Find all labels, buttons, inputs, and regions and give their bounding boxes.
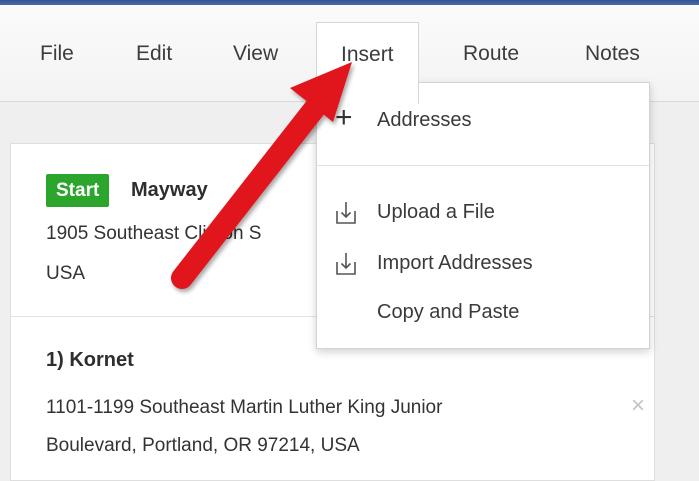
menu-item-addresses-label: Addresses	[377, 109, 472, 131]
close-icon[interactable]: ×	[631, 392, 645, 420]
upload-tray-icon	[336, 202, 356, 224]
menu-edit[interactable]: Edit	[136, 5, 172, 101]
stop-address: 1101-1199 Southeast Martin Luther King J…	[46, 389, 442, 465]
menu-item-copy-paste-label: Copy and Paste	[377, 301, 520, 323]
menu-item-import-addresses[interactable]: Import Addresses	[317, 244, 649, 284]
menu-insert[interactable]: Insert	[316, 22, 419, 104]
menu-item-copy-paste[interactable]: Copy and Paste	[317, 293, 649, 333]
stop-address-line-2: Boulevard, Portland, OR 97214, USA	[46, 435, 360, 456]
start-badge: Start	[46, 174, 110, 207]
menu-item-addresses[interactable]: + Addresses	[317, 101, 649, 141]
menu-item-upload-file[interactable]: Upload a File	[317, 193, 649, 233]
plus-icon: +	[335, 101, 353, 134]
menu-file[interactable]: File	[40, 5, 74, 101]
stop-address-line-1: 1101-1199 Southeast Martin Luther King J…	[46, 397, 443, 418]
start-stop-name: Mayway	[131, 179, 208, 201]
menu-item-import-addresses-label: Import Addresses	[377, 252, 533, 274]
menu-item-upload-file-label: Upload a File	[377, 201, 495, 223]
dropdown-divider	[317, 165, 649, 166]
import-tray-icon	[336, 253, 356, 275]
start-address-line-1: 1905 Southeast Clinton S	[46, 223, 262, 244]
menu-view[interactable]: View	[233, 5, 278, 101]
start-stop-address: 1905 Southeast Clinton S USA	[46, 214, 262, 294]
stop-title: 1) Kornet	[46, 349, 134, 371]
start-address-line-2: USA	[46, 263, 86, 284]
insert-dropdown-menu: + Addresses Upload a File Import Address…	[316, 82, 650, 349]
